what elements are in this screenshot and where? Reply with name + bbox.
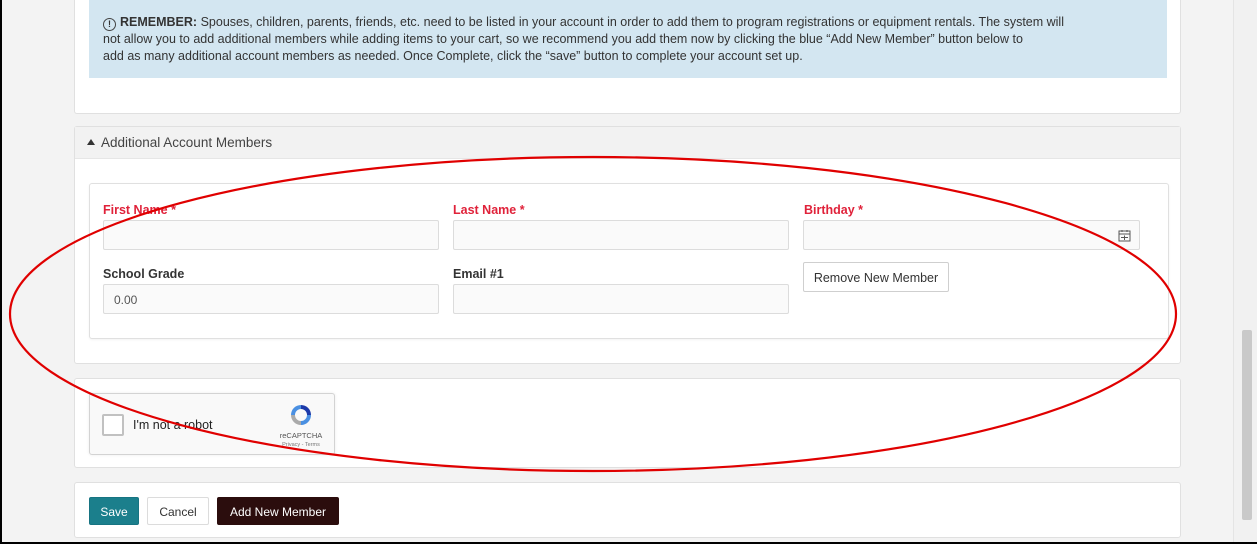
recaptcha-logo-icon xyxy=(291,405,311,425)
last-name-input[interactable] xyxy=(453,220,789,250)
recaptcha-widget: I'm not a robot reCAPTCHA Privacy - Term… xyxy=(89,393,335,455)
add-new-member-button[interactable]: Add New Member xyxy=(217,497,339,525)
caret-up-icon[interactable] xyxy=(87,139,95,145)
captcha-checkbox[interactable] xyxy=(102,414,124,436)
notice-strong: REMEMBER: xyxy=(120,15,198,29)
last-name-label: Last Name * xyxy=(453,203,525,217)
birthday-input[interactable] xyxy=(803,220,1140,250)
members-header-title: Additional Account Members xyxy=(101,135,273,150)
cancel-button[interactable]: Cancel xyxy=(147,497,209,525)
captcha-label: I'm not a robot xyxy=(133,418,213,432)
save-button[interactable]: Save xyxy=(89,497,139,525)
vertical-scrollbar[interactable] xyxy=(1233,0,1257,542)
first-name-input[interactable] xyxy=(103,220,439,250)
calendar-icon[interactable] xyxy=(1118,229,1131,242)
recaptcha-brand: reCAPTCHA xyxy=(279,431,323,440)
school-grade-input[interactable]: 0.00 xyxy=(103,284,439,314)
remove-member-button[interactable]: Remove New Member xyxy=(803,262,949,292)
captcha-card: I'm not a robot reCAPTCHA Privacy - Term… xyxy=(74,378,1181,468)
notice-line-2: not allow you to add additional members … xyxy=(103,32,1023,46)
additional-members-card: Additional Account Members First Name * … xyxy=(74,126,1181,364)
email-input[interactable] xyxy=(453,284,789,314)
info-card: ! REMEMBER: Spouses, children, parents, f… xyxy=(74,0,1181,114)
notice-line-3: add as many additional account members a… xyxy=(103,49,803,63)
member-form: First Name * Last Name * Birthday * Scho… xyxy=(89,183,1169,339)
notice-line-1: Spouses, children, parents, friends, etc… xyxy=(200,15,1064,29)
members-section-header[interactable]: Additional Account Members xyxy=(75,127,1180,159)
remember-notice: ! REMEMBER: Spouses, children, parents, f… xyxy=(89,0,1167,78)
birthday-label: Birthday * xyxy=(804,203,864,217)
email-label: Email #1 xyxy=(453,267,504,281)
school-grade-label: School Grade xyxy=(103,267,185,281)
first-name-label: First Name * xyxy=(103,203,176,217)
info-circle-icon: ! xyxy=(103,18,116,31)
actions-card: Save Cancel Add New Member xyxy=(74,482,1181,538)
recaptcha-privacy-terms[interactable]: Privacy - Terms xyxy=(272,442,330,448)
scrollbar-thumb[interactable] xyxy=(1242,330,1252,520)
